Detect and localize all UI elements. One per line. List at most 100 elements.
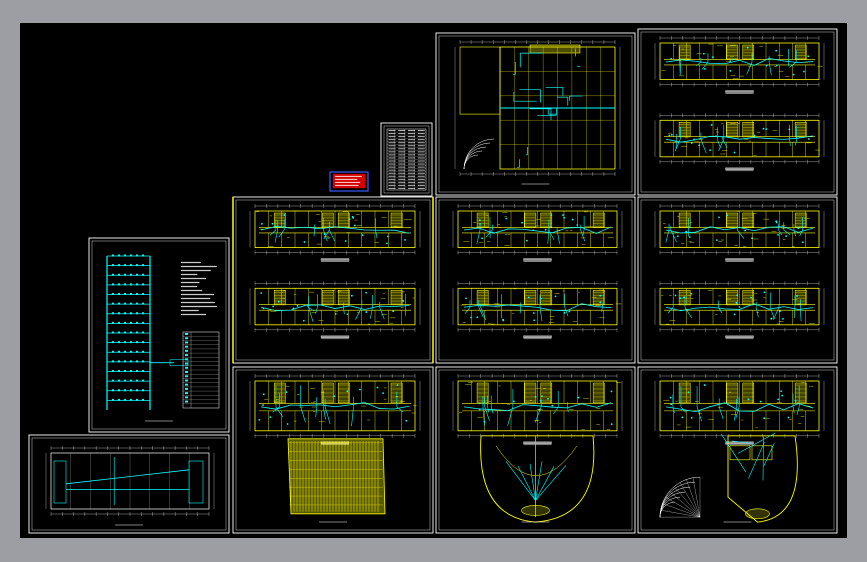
note-text-line bbox=[180, 289, 203, 292]
fixture-symbol bbox=[606, 402, 609, 405]
riser-device bbox=[112, 283, 114, 286]
fixture-symbol bbox=[382, 392, 385, 395]
table-cell-text bbox=[417, 181, 425, 183]
riser-device bbox=[124, 321, 126, 324]
sheet-first-floor-west[interactable] bbox=[232, 366, 434, 534]
table-cell-text bbox=[417, 187, 425, 189]
fixture-symbol bbox=[534, 395, 537, 398]
riser-device bbox=[130, 273, 132, 276]
fixture-symbol bbox=[688, 236, 691, 238]
wiring-branch bbox=[789, 139, 791, 147]
plan-title-block bbox=[320, 335, 350, 338]
table-cell-text bbox=[417, 157, 425, 159]
entrance-canopy bbox=[745, 508, 770, 520]
riser-device bbox=[118, 341, 120, 344]
stamp-text-line bbox=[334, 178, 358, 180]
wiring-branch bbox=[308, 307, 314, 322]
fixture-symbol bbox=[735, 301, 738, 304]
riser-device bbox=[142, 341, 144, 344]
fixture-symbol bbox=[554, 295, 557, 298]
riser-device bbox=[130, 312, 132, 315]
table-cell-text bbox=[398, 130, 406, 131]
table-cell-text bbox=[398, 154, 406, 156]
ramp-arc bbox=[463, 150, 483, 170]
fixture-symbol bbox=[782, 317, 784, 320]
wiring-branch bbox=[748, 441, 765, 479]
riser-device bbox=[136, 312, 138, 315]
stair-core bbox=[726, 212, 739, 228]
table-cell-text bbox=[388, 172, 396, 174]
table-cell-text bbox=[388, 151, 396, 153]
fixture-symbol bbox=[351, 215, 354, 218]
fixture-symbol bbox=[470, 316, 472, 319]
wiring-branch bbox=[700, 139, 707, 154]
wiring-branch bbox=[535, 465, 567, 501]
wiring-branch bbox=[323, 229, 328, 242]
fixture-symbol bbox=[568, 310, 571, 313]
stair-core bbox=[524, 290, 537, 306]
riser-device bbox=[112, 312, 114, 315]
fixture-symbol bbox=[610, 390, 613, 393]
stair-core bbox=[678, 122, 691, 138]
fixture-symbol bbox=[286, 423, 289, 425]
sheet-legend-table[interactable] bbox=[380, 122, 433, 197]
sheet-inner-border bbox=[31, 437, 227, 531]
riser-device bbox=[112, 321, 114, 324]
sheet-system-riser[interactable] bbox=[88, 237, 230, 433]
fixture-symbol bbox=[478, 219, 481, 222]
fixture-symbol bbox=[738, 306, 741, 308]
fixture-symbol bbox=[801, 241, 804, 244]
sheet-basement[interactable] bbox=[28, 434, 230, 534]
plan-title-block bbox=[320, 258, 350, 261]
stair-core bbox=[794, 212, 807, 228]
fixture-symbol bbox=[271, 222, 274, 225]
riser-device bbox=[130, 379, 132, 382]
fixture-symbol bbox=[512, 400, 515, 403]
table-cell-text bbox=[388, 181, 396, 183]
riser-device bbox=[124, 273, 126, 276]
legend-symbol bbox=[185, 345, 188, 348]
fixture-symbol bbox=[687, 391, 690, 394]
fixture-symbol bbox=[780, 390, 783, 393]
fixture-symbol bbox=[690, 142, 693, 144]
sheet-plan-b[interactable] bbox=[435, 196, 636, 364]
table-cell-text bbox=[408, 148, 416, 150]
riser-device bbox=[118, 370, 120, 372]
legend-symbol bbox=[185, 349, 188, 352]
drawing-canvas[interactable] bbox=[20, 23, 847, 538]
fixture-symbol bbox=[777, 233, 779, 236]
fixture-symbol bbox=[785, 235, 788, 237]
note-text-line bbox=[180, 273, 198, 276]
fixture-symbol bbox=[365, 291, 367, 294]
sheet-first-floor-east[interactable] bbox=[637, 366, 838, 534]
sheet-plan-a[interactable] bbox=[232, 196, 434, 364]
riser-device bbox=[130, 293, 132, 295]
fixture-symbol bbox=[483, 420, 486, 423]
equipment-room bbox=[53, 460, 67, 504]
fixture-symbol bbox=[346, 313, 349, 316]
riser-device bbox=[124, 341, 126, 344]
fixture-symbol bbox=[679, 297, 682, 300]
riser-device bbox=[130, 264, 132, 267]
fixture-symbol bbox=[599, 301, 602, 304]
wiring-branch bbox=[564, 307, 569, 317]
sheet-first-floor-center[interactable] bbox=[435, 366, 636, 534]
wiring-branch bbox=[323, 406, 326, 420]
table-cell-text bbox=[388, 154, 396, 156]
fixture-symbol bbox=[532, 229, 535, 232]
table-cell-text bbox=[398, 157, 406, 159]
sheet-plan-c[interactable] bbox=[637, 196, 838, 364]
sheet-top-site[interactable] bbox=[435, 32, 636, 196]
wiring-branch bbox=[272, 406, 280, 413]
wiring-branch bbox=[351, 406, 354, 427]
sheet-plan-d-top[interactable] bbox=[637, 28, 838, 196]
table-cell-text bbox=[398, 133, 406, 135]
fixture-symbol bbox=[283, 214, 286, 216]
table-cell-text bbox=[417, 178, 425, 180]
model-space-viewport[interactable] bbox=[20, 23, 847, 538]
fixture-symbol bbox=[775, 220, 778, 223]
stair-core bbox=[390, 290, 403, 306]
riser-device bbox=[118, 293, 120, 295]
fixture-symbol bbox=[807, 138, 810, 140]
table-cell-text bbox=[398, 172, 406, 174]
